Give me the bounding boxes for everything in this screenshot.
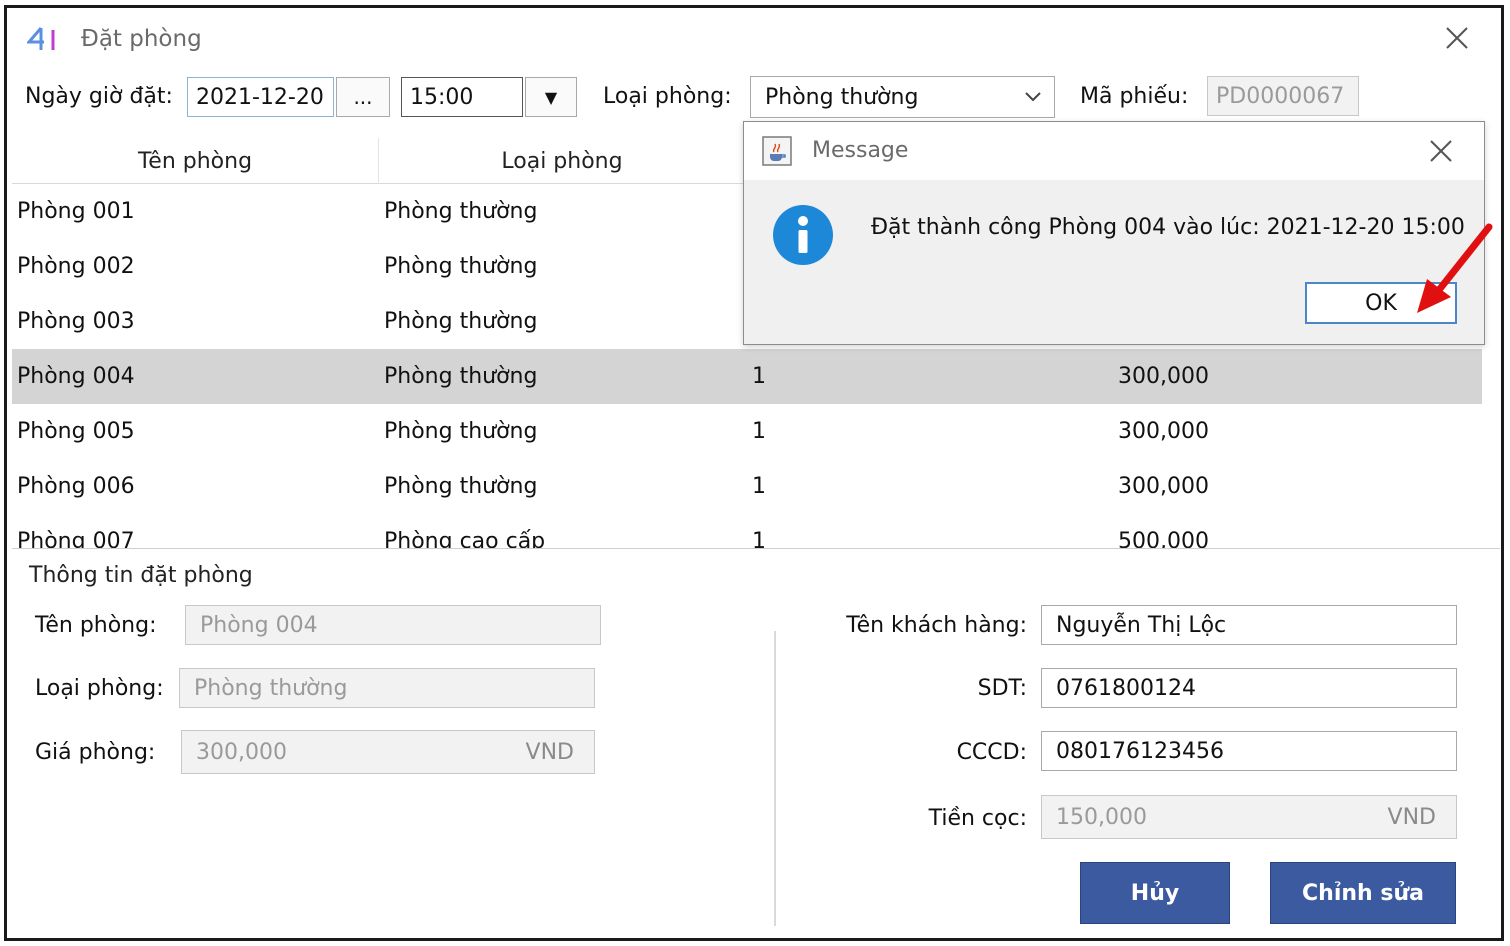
info-icon [773, 205, 833, 265]
booking-date-field[interactable]: 2021-12-20 [187, 77, 334, 117]
room-type-field: Phòng thường [179, 668, 595, 708]
room-name-field: Phòng 004 [185, 605, 601, 645]
cell-capacity: 1 [752, 419, 766, 444]
dialog-title-bar: Message [744, 122, 1484, 180]
column-header-room-type[interactable]: Loại phòng [379, 138, 746, 184]
deposit-label: Tiền cọc: [928, 806, 1027, 831]
room-type-label: Loại phòng: [35, 676, 164, 701]
table-scrollbar[interactable] [1483, 138, 1501, 548]
table-row[interactable]: Phòng 006 Phòng thường 1 300,000 [12, 459, 1482, 514]
dialog-message: Đặt thành công Phòng 004 vào lúc: 2021-1… [871, 215, 1465, 240]
cell-price: 500,000 [1118, 529, 1209, 548]
cell-room-type: Phòng thường [384, 309, 538, 334]
room-name-label: Tên phòng: [35, 613, 157, 638]
room-type-select[interactable]: Phòng thường [750, 76, 1055, 118]
cell-room-name: Phòng 001 [17, 199, 135, 224]
cell-room-type: Phòng thường [384, 474, 538, 499]
room-price-unit: VND [525, 739, 574, 765]
ticket-code-field: PD0000067 [1207, 76, 1359, 116]
date-picker-button[interactable]: ... [336, 77, 390, 117]
phone-label: SDT: [977, 676, 1027, 701]
message-dialog: Message Đặt thành công Phòng 004 vào lúc… [743, 121, 1485, 345]
cell-price: 300,000 [1118, 364, 1209, 389]
table-row[interactable]: Phòng 005 Phòng thường 1 300,000 [12, 404, 1482, 459]
customer-name-field[interactable]: Nguyễn Thị Lộc [1041, 605, 1457, 645]
annotation-arrow-icon [1417, 223, 1493, 313]
edit-button[interactable]: Chỉnh sửa [1270, 862, 1456, 924]
room-price-field: 300,000 VND [181, 730, 595, 774]
room-price-label: Giá phòng: [35, 740, 156, 765]
cell-price: 300,000 [1118, 419, 1209, 444]
close-dialog-icon[interactable] [1428, 138, 1454, 164]
cell-room-type: Phòng thường [384, 419, 538, 444]
id-card-label: CCCD: [956, 740, 1027, 765]
window-title: Đặt phòng [81, 26, 202, 52]
deposit-unit: VND [1387, 804, 1436, 830]
time-dropdown-button[interactable]: ▼ [525, 77, 577, 117]
cell-room-type: Phòng thường [384, 364, 538, 389]
cell-room-type: Phòng thường [384, 199, 538, 224]
room-price-value: 300,000 [196, 739, 287, 765]
room-type-select-value: Phòng thường [765, 84, 919, 110]
java-cup-icon [762, 136, 792, 166]
booking-window: Đặt phòng Ngày giờ đặt: 2021-12-20 ... 1… [4, 5, 1504, 941]
chevron-down-icon [1025, 92, 1041, 102]
cell-room-name: Phòng 002 [17, 254, 135, 279]
close-window-icon[interactable] [1443, 24, 1471, 52]
room-type-filter-label: Loại phòng: [603, 84, 732, 109]
dialog-title: Message [812, 138, 909, 163]
app-logo-icon [27, 27, 55, 50]
ticket-code-label: Mã phiếu: [1080, 84, 1189, 109]
title-bar: Đặt phòng [7, 8, 1501, 66]
deposit-field: 150,000 VND [1041, 795, 1457, 839]
customer-name-label: Tên khách hàng: [846, 613, 1027, 638]
table-row[interactable]: Phòng 007 Phòng cao cấp 1 500,000 [12, 514, 1482, 548]
cell-room-name: Phòng 006 [17, 474, 135, 499]
cell-room-type: Phòng thường [384, 254, 538, 279]
booking-info-title: Thông tin đặt phòng [29, 563, 253, 588]
section-divider [774, 631, 776, 926]
cell-price: 300,000 [1118, 474, 1209, 499]
phone-field[interactable]: 0761800124 [1041, 668, 1457, 708]
column-header-room-name[interactable]: Tên phòng [12, 138, 379, 184]
booking-time-field[interactable]: 15:00 [401, 77, 523, 117]
cell-room-name: Phòng 005 [17, 419, 135, 444]
cell-room-name: Phòng 007 [17, 529, 135, 548]
cell-capacity: 1 [752, 474, 766, 499]
cancel-button[interactable]: Hủy [1080, 862, 1230, 924]
cell-capacity: 1 [752, 364, 766, 389]
id-card-field[interactable]: 080176123456 [1041, 731, 1457, 771]
table-row-selected[interactable]: Phòng 004 Phòng thường 1 300,000 [12, 349, 1482, 404]
cell-room-name: Phòng 003 [17, 309, 135, 334]
table-bottom-divider [12, 548, 1500, 549]
booking-date-label: Ngày giờ đặt: [25, 84, 173, 109]
cell-room-name: Phòng 004 [17, 364, 135, 389]
cell-capacity: 1 [752, 529, 766, 548]
cell-room-type: Phòng cao cấp [384, 529, 546, 548]
deposit-value: 150,000 [1056, 804, 1147, 830]
